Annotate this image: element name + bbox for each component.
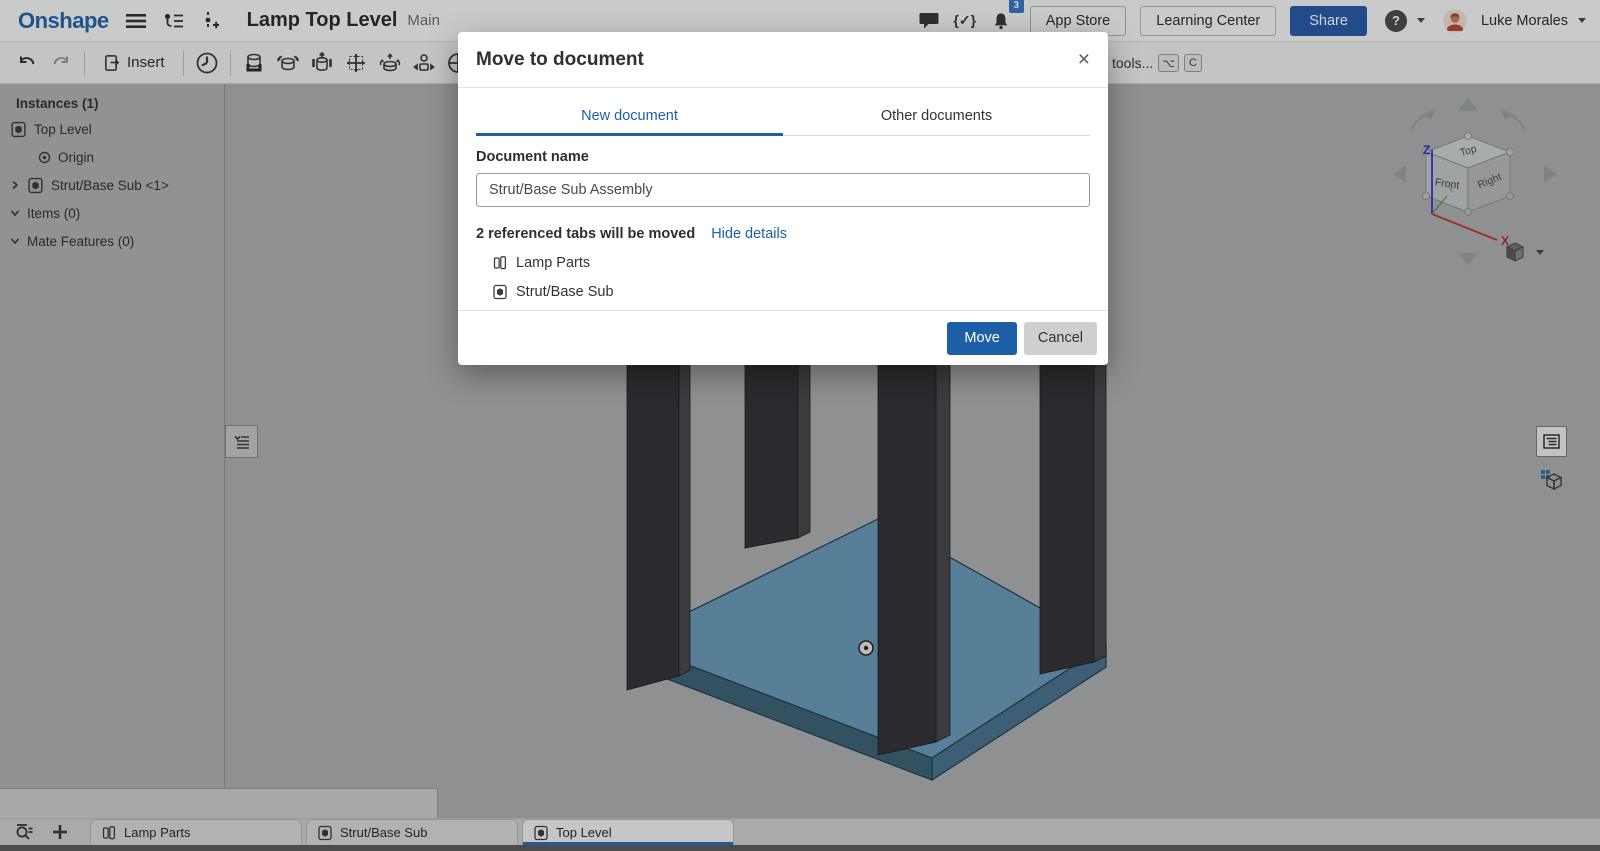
part-studio-icon xyxy=(492,255,508,271)
tab-other-documents[interactable]: Other documents xyxy=(783,98,1090,135)
dialog-footer: Move Cancel xyxy=(458,310,1108,365)
assembly-icon xyxy=(492,284,508,300)
dialog-header: Move to document × xyxy=(458,32,1108,88)
close-icon[interactable]: × xyxy=(1078,49,1090,70)
dialog-tabs: New document Other documents xyxy=(476,98,1090,136)
document-name-label: Document name xyxy=(476,149,1090,165)
referenced-tab-strut-base-sub: Strut/Base Sub xyxy=(476,284,1090,300)
document-name-input[interactable] xyxy=(476,173,1090,207)
referenced-tabs-heading: 2 referenced tabs will be moved xyxy=(476,226,695,242)
move-button[interactable]: Move xyxy=(947,322,1016,355)
dialog-title: Move to document xyxy=(476,49,644,71)
hide-details-link[interactable]: Hide details xyxy=(711,226,787,242)
cancel-button[interactable]: Cancel xyxy=(1024,322,1097,355)
referenced-tab-lamp-parts: Lamp Parts xyxy=(476,255,1090,271)
tab-new-document[interactable]: New document xyxy=(476,98,783,136)
dialog-body: Document name 2 referenced tabs will be … xyxy=(458,136,1108,300)
move-to-document-dialog: Move to document × New document Other do… xyxy=(458,32,1108,365)
